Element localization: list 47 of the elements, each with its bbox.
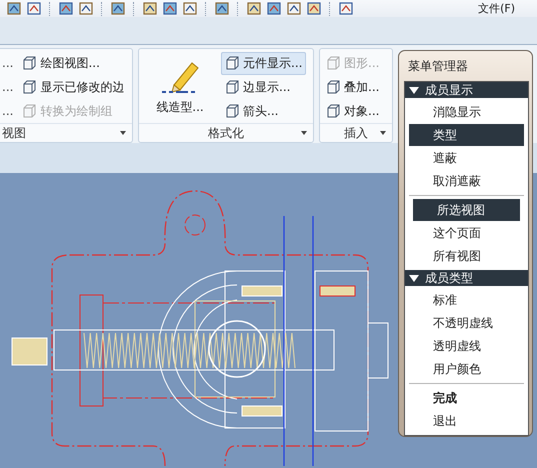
menu-item[interactable]: 消隐显示	[405, 101, 528, 123]
box-icon	[225, 104, 240, 118]
section-header[interactable]: 成员类型	[405, 270, 528, 286]
section-header[interactable]: 成员显示	[405, 82, 528, 98]
ribbon-item[interactable]: 对象...	[322, 100, 384, 122]
menu-item[interactable]: 用户颜色	[405, 358, 528, 380]
menu-item[interactable]: 遮蔽	[405, 147, 528, 169]
dropdown-icon[interactable]	[380, 131, 386, 135]
group-label: 视图	[2, 124, 26, 142]
menu-item[interactable]: 标准	[405, 289, 528, 311]
dropdown-icon[interactable]	[120, 131, 126, 135]
box-icon	[22, 56, 38, 70]
menu-item[interactable]: 完成	[409, 387, 524, 409]
box-icon	[326, 56, 341, 70]
menu-item[interactable]: 类型	[409, 124, 524, 146]
triangle-icon	[409, 86, 419, 94]
ribbon-item[interactable]: ...	[0, 79, 16, 95]
line-style-button[interactable]: 线造型...	[141, 58, 219, 116]
group-label: 格式化	[208, 124, 244, 142]
box-icon	[326, 104, 341, 118]
dropdown-icon[interactable]	[301, 131, 307, 135]
menu-item[interactable]: 这个页面	[409, 222, 524, 244]
menu-item[interactable]: 退出	[409, 410, 524, 432]
ribbon-item[interactable]: 箭头...	[221, 100, 306, 122]
box-icon	[225, 80, 240, 94]
ribbon-item[interactable]: 显示已修改的边	[18, 76, 128, 98]
section-title: 成员显示	[425, 82, 473, 98]
file-menu[interactable]: 文件(F)	[478, 1, 515, 16]
menu-item[interactable]: 取消遮蔽	[405, 170, 528, 192]
ribbon-item[interactable]: 边显示...	[221, 76, 306, 98]
menu-item[interactable]: 所选视图	[413, 199, 520, 221]
menu-item[interactable]: 所有视图	[409, 245, 524, 267]
panel-title: 菜单管理器	[407, 58, 469, 75]
section-title: 成员类型	[425, 270, 473, 286]
menu-item[interactable]: 不透明虚线	[405, 312, 528, 334]
box-icon	[326, 80, 341, 94]
box-icon	[22, 104, 38, 118]
ribbon-item[interactable]: 叠加...	[322, 76, 384, 98]
box-icon	[22, 80, 38, 94]
triangle-icon	[409, 274, 419, 282]
box-icon	[225, 56, 240, 70]
ribbon-item[interactable]: 元件显示...	[221, 52, 306, 74]
ribbon-item[interactable]: ...	[0, 55, 16, 71]
ribbon-item[interactable]: 绘图视图...	[18, 52, 128, 74]
menu-item[interactable]: 透明虚线	[405, 335, 528, 357]
ribbon-item[interactable]: ...	[0, 103, 16, 119]
group-label: 插入	[344, 124, 368, 142]
